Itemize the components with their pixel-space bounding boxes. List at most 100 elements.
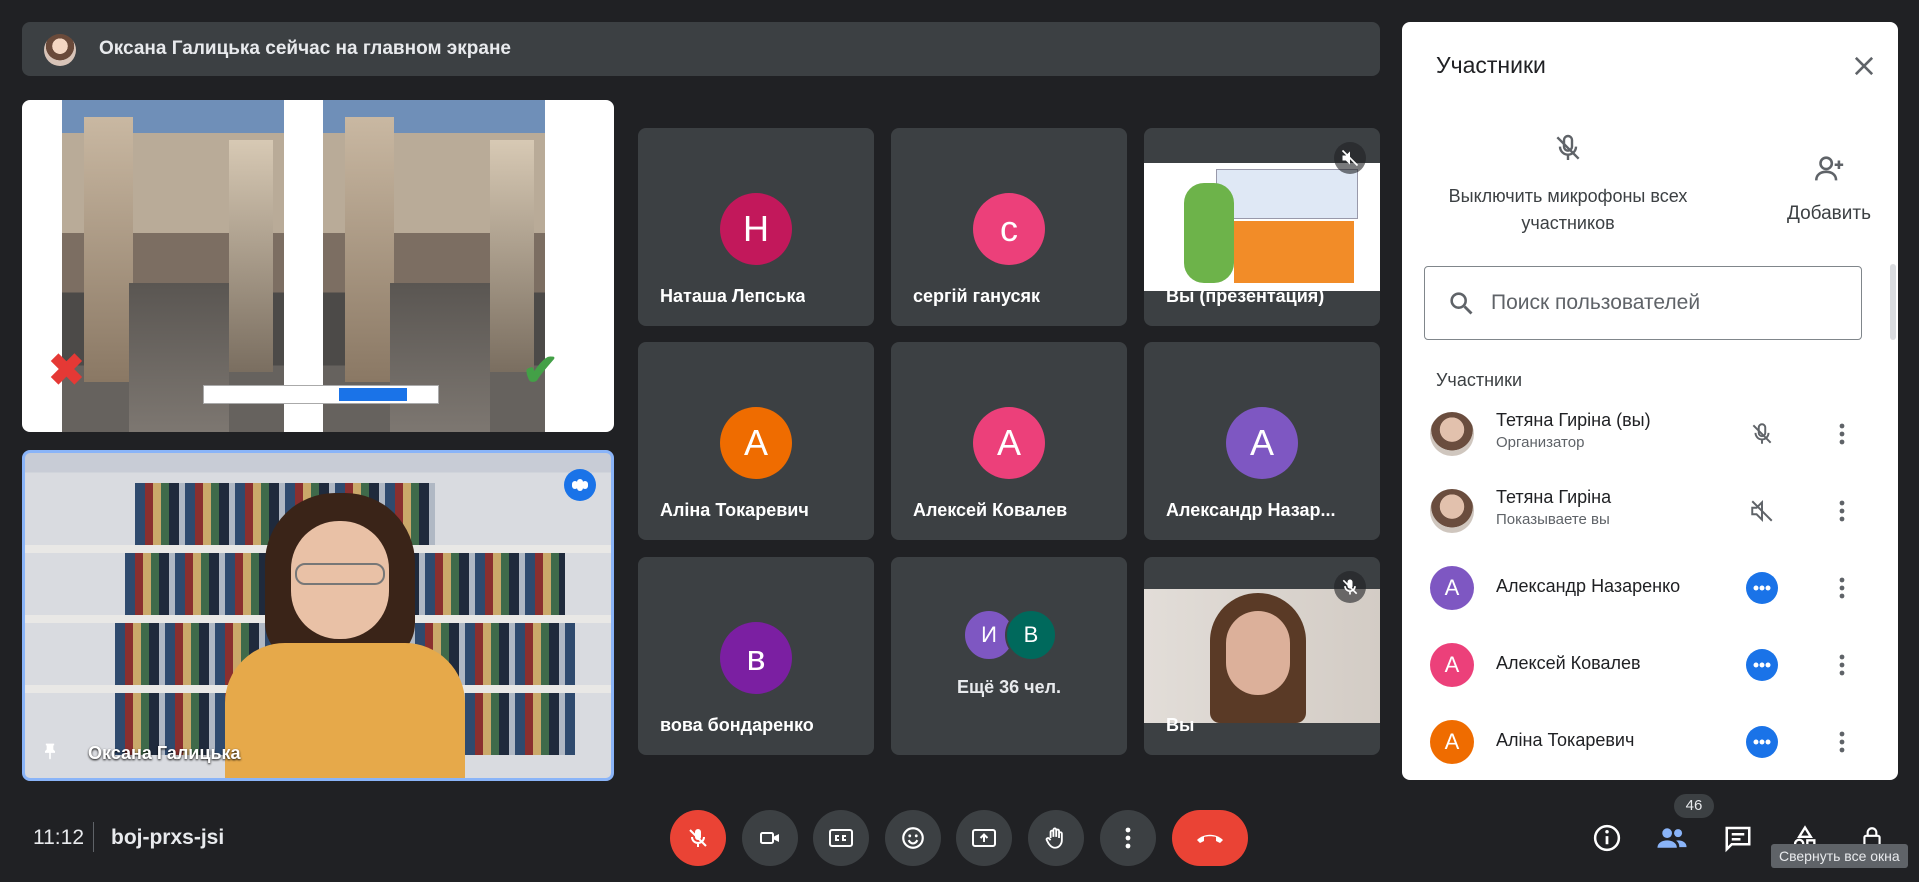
search-placeholder: Поиск пользователей <box>1491 291 1701 314</box>
avatar <box>1430 412 1474 456</box>
avatar: А <box>1430 720 1474 764</box>
panel-scrollbar[interactable] <box>1890 264 1896 340</box>
avatar <box>1430 489 1474 533</box>
leave-call-button[interactable] <box>1172 810 1248 866</box>
chat-icon <box>1725 826 1751 853</box>
presenter-avatar <box>44 34 76 66</box>
mic-off-icon <box>1334 571 1366 603</box>
pin-icon[interactable] <box>40 742 60 762</box>
meeting-code: boj-prxs-jsi <box>111 826 225 849</box>
participant-tile[interactable]: А Алексей Ковалев <box>891 342 1127 540</box>
speaking-icon <box>1746 649 1778 681</box>
participant-row[interactable]: А Александр Назаренко <box>1402 548 1898 624</box>
participant-name: Алексей Ковалев <box>1496 653 1641 673</box>
participant-tile[interactable]: с сергій ганусяк <box>891 128 1127 326</box>
banner-text: Оксана Галицька сейчас на главном экране <box>99 38 511 59</box>
video-camera-icon <box>760 832 779 844</box>
participant-role: Показываете вы <box>1496 511 1610 528</box>
mute-all-button[interactable]: Выключить микрофоны всех участников <box>1432 132 1704 262</box>
participant-tile[interactable]: А Аліна Токаревич <box>638 342 874 540</box>
sharing-notice-bar <box>203 385 439 404</box>
participant-name: Тетяна Гиріна (вы) <box>1496 410 1651 430</box>
participant-name: вова бондаренко <box>660 715 814 735</box>
close-icon[interactable] <box>1850 52 1878 80</box>
check-icon: ✔ <box>522 346 559 395</box>
more-options-icon[interactable] <box>1826 418 1858 450</box>
presentation-thumbnail <box>1144 163 1380 291</box>
avatar: А <box>1430 566 1474 610</box>
participant-role: Организатор <box>1496 434 1585 451</box>
add-person-button[interactable]: Добавить <box>1772 152 1886 242</box>
present-icon <box>972 829 996 847</box>
more-participants-label: Ещё 36 чел. <box>956 677 1062 697</box>
mic-off-icon <box>1556 134 1580 160</box>
divider <box>93 822 94 852</box>
presenter-video[interactable] <box>22 450 614 781</box>
avatar: А <box>1430 643 1474 687</box>
avatar: с <box>973 193 1045 265</box>
captions-button[interactable] <box>813 810 869 866</box>
participant-row[interactable]: Тетяна Гиріна Показываете вы <box>1402 471 1898 547</box>
presentation-tile[interactable]: Вы (презентация) <box>1144 128 1380 326</box>
avatar: А <box>720 407 792 479</box>
shared-screen[interactable]: ✖ ✔ <box>22 100 614 432</box>
mic-off-icon <box>689 829 707 847</box>
speaking-icon <box>1746 726 1778 758</box>
participant-name: Аліна Токаревич <box>1496 730 1635 750</box>
avatar: Н <box>720 193 792 265</box>
meeting-details-button[interactable] <box>1585 816 1629 860</box>
participant-tile[interactable]: в вова бондаренко <box>638 557 874 755</box>
mic-off-icon <box>1746 418 1778 450</box>
camera-toggle-button[interactable] <box>742 810 798 866</box>
speaking-icon <box>564 469 596 501</box>
info-icon <box>1593 824 1621 852</box>
emoji-icon <box>902 827 924 849</box>
participant-tile[interactable]: Н Наташа Лепська <box>638 128 874 326</box>
captions-icon <box>829 829 853 847</box>
more-options-icon[interactable] <box>1826 726 1858 758</box>
hang-up-icon <box>1197 834 1223 843</box>
people-icon <box>1657 828 1687 848</box>
participants-button[interactable] <box>1650 816 1694 860</box>
self-view-tile[interactable]: Вы <box>1144 557 1380 755</box>
participant-name: Тетяна Гиріна <box>1496 487 1612 507</box>
chat-button[interactable] <box>1716 816 1760 860</box>
participant-name: Аліна Токаревич <box>660 500 809 520</box>
add-person-icon <box>1814 156 1844 181</box>
more-options-icon[interactable] <box>1826 495 1858 527</box>
participant-tile[interactable]: А Александр Назар... <box>1144 342 1380 540</box>
search-icon <box>1450 292 1473 315</box>
speaking-icon <box>1746 572 1778 604</box>
volume-off-icon <box>1334 142 1366 174</box>
avatar: А <box>1226 407 1298 479</box>
participants-panel: Участники Выключить микрофоны всех участ… <box>1402 22 1898 780</box>
participant-count-badge: 46 <box>1674 794 1714 818</box>
hand-icon <box>1045 827 1063 849</box>
add-person-label: Добавить <box>1787 203 1871 224</box>
more-options-icon[interactable] <box>1826 649 1858 681</box>
reactions-button[interactable] <box>885 810 941 866</box>
participant-row[interactable]: А Аліна Токаревич <box>1402 702 1898 778</box>
street-photo-left <box>62 100 284 432</box>
mute-all-label: Выключить микрофоны всех участников <box>1448 186 1688 233</box>
search-field[interactable]: Поиск пользователей <box>1424 266 1862 340</box>
participant-name: сергій ганусяк <box>913 286 1041 306</box>
presenter-person <box>225 493 465 778</box>
raise-hand-button[interactable] <box>1028 810 1084 866</box>
more-options-button[interactable] <box>1100 810 1156 866</box>
participant-name: Вы (презентация) <box>1166 286 1325 306</box>
mic-toggle-button[interactable] <box>670 810 726 866</box>
avatar: в <box>720 622 792 694</box>
street-photo-right <box>323 100 545 432</box>
participant-row[interactable]: А Алексей Ковалев <box>1402 625 1898 701</box>
avatar: В <box>1005 609 1057 661</box>
more-participants-tile[interactable]: И В Ещё 36 чел. <box>891 557 1127 755</box>
present-screen-button[interactable] <box>956 810 1012 866</box>
participant-name: Александр Назаренко <box>1496 576 1681 596</box>
more-options-icon[interactable] <box>1826 572 1858 604</box>
participant-name: Наташа Лепська <box>660 286 806 306</box>
participant-row[interactable]: Тетяна Гиріна (вы) Организатор <box>1402 394 1898 470</box>
cross-icon: ✖ <box>48 346 85 395</box>
panel-title: Участники <box>1436 52 1546 78</box>
avatar: А <box>973 407 1045 479</box>
